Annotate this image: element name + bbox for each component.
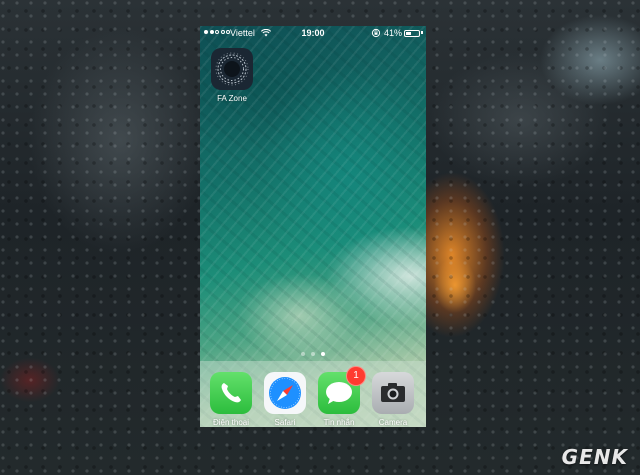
page-indicator[interactable] [200,352,426,356]
battery-percent: 41% [384,28,403,38]
dock-app-messages[interactable]: 1 Tin nhắn [312,366,366,427]
battery-tip [421,31,423,34]
page-dot-active [321,352,325,356]
dock-app-safari[interactable]: Safari [258,372,312,427]
camera-icon [372,372,414,414]
messages-icon: 1 [318,366,366,414]
safari-icon [264,372,306,414]
dock-app-phone[interactable]: Điện thoại [204,372,258,427]
page-dot [311,352,315,356]
app-label: Safari [274,418,296,427]
battery-icon [404,29,420,37]
app-label: FA Zone [217,94,247,103]
battery-level-fill [406,31,411,35]
page-dot [301,352,305,356]
phone-icon [210,372,252,414]
status-bar: Viettel 19:00 41% [200,26,426,40]
iphone-home-screen: Viettel 19:00 41% FA Zone Điện thoại Saf… [200,26,426,427]
fa-zone-icon [211,48,253,90]
dock-app-camera[interactable]: Camera [366,372,420,427]
app-fa-zone[interactable]: FA Zone [205,48,259,103]
rotation-lock-icon [371,28,381,38]
genk-watermark-logo: GENK [561,445,628,469]
app-label: Điện thoại [212,418,250,427]
app-label: Tin nhắn [323,418,355,427]
notification-badge: 1 [346,366,366,386]
app-label: Camera [378,418,408,427]
